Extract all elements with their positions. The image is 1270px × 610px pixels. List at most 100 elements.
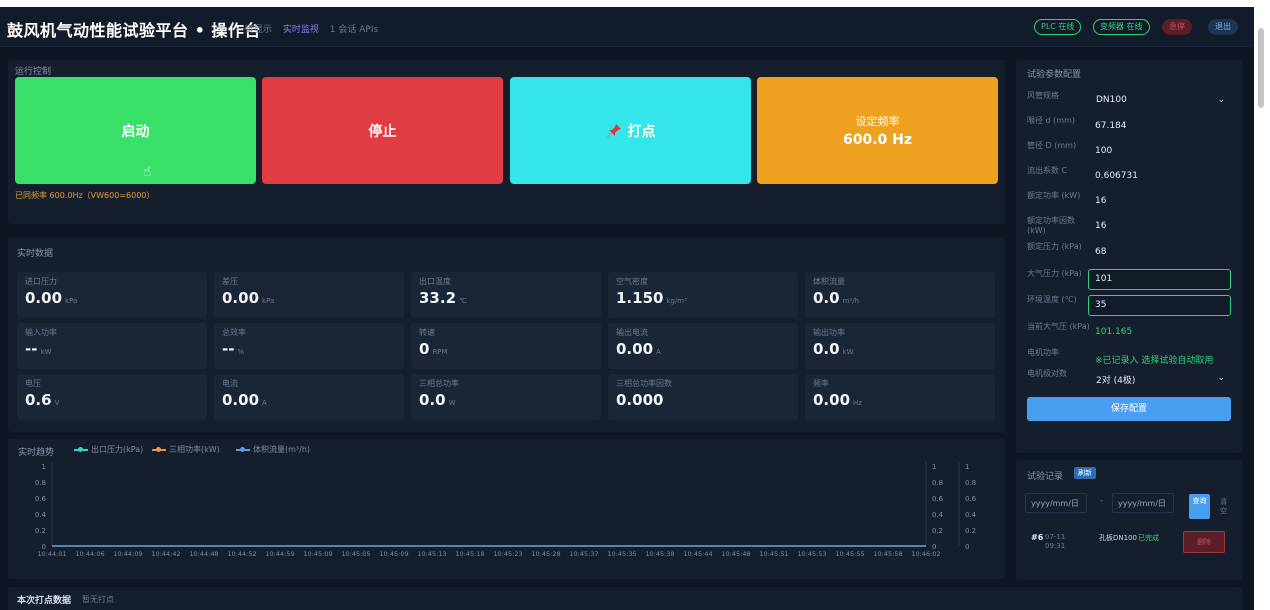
metric-card: 输入功率 -- kW: [17, 323, 207, 369]
realtime-data-title: 实时数据: [17, 249, 54, 259]
metric-unit: kg/m³: [666, 297, 687, 305]
app-window: 鼓风机气动性能试验平台 • 操作台 一键显示 实时监视 1 会话 APIs PL…: [0, 7, 1254, 610]
metric-value: 0.0 kW: [813, 340, 854, 358]
config-row: 当前大气压 (kPa) 101.165: [1027, 322, 1231, 344]
scrollbar[interactable]: [1256, 12, 1268, 602]
metric-value: --%: [222, 340, 245, 358]
stop-button[interactable]: 停止: [262, 77, 503, 184]
record-item[interactable]: #6 07-11 09:31 孔板DN100 已完成 删除: [1027, 527, 1235, 557]
y-tick-label: 0.4: [965, 511, 977, 519]
config-label: 额定功率因数 (kW): [1027, 216, 1075, 235]
metric-label: 三相总功率: [419, 379, 459, 388]
metric-value: 0.00 Hz: [813, 391, 862, 409]
nav-link-display[interactable]: 一键显示: [236, 25, 272, 35]
config-value: 67.184: [1095, 121, 1127, 131]
config-row: 环境温度 (℃) 35: [1027, 295, 1231, 317]
frequency-status-note: 已同频率 600.0Hz（VW600=6000）: [15, 191, 155, 200]
metric-unit: kPa: [65, 297, 78, 305]
clear-button[interactable]: 清空: [1220, 498, 1232, 516]
records-title: 试验记录: [1027, 472, 1064, 482]
exit-button[interactable]: 退出: [1208, 19, 1238, 35]
x-tick-label: 10:45:35: [607, 550, 636, 558]
config-row: 额定功率 (kW) 16: [1027, 191, 1231, 213]
metric-card: 差压 0.00 kPa: [214, 272, 404, 318]
y-tick-label: 0.4: [932, 511, 944, 519]
x-tick-label: 10:44:59: [265, 550, 294, 558]
metric-unit: V: [54, 399, 60, 407]
set-frequency-button[interactable]: 设定频率 600.0 Hz: [757, 77, 998, 184]
y-tick-label: 0.4: [35, 511, 47, 519]
config-value: 16: [1095, 221, 1107, 231]
mark-data-empty: 暂无打点: [82, 595, 114, 604]
metric-label: 空气密度: [616, 277, 648, 286]
metric-value: 0.6 V: [25, 391, 60, 409]
emergency-stop-button[interactable]: 急停: [1162, 19, 1192, 35]
config-title: 试验参数配置: [1027, 70, 1082, 80]
config-row: 电机功率 ※已记录入 选择试验自动取用: [1027, 348, 1231, 370]
config-label: 电机功率: [1027, 348, 1059, 357]
y-tick-label: 0.2: [965, 527, 976, 535]
scrollbar-thumb[interactable]: [1258, 28, 1264, 108]
metric-card: 出口温度 33.2 ℃: [411, 272, 601, 318]
metric-value: 0.0 m³/h: [813, 289, 859, 307]
x-tick-label: 10:45:09: [303, 550, 332, 558]
x-tick-label: 10:45:55: [835, 550, 864, 558]
config-value: 100: [1095, 146, 1113, 156]
header-nav: 一键显示 实时监视 1 会话 APIs: [236, 22, 386, 35]
metric-value: 0.0 W: [419, 391, 456, 409]
metric-card: 频率 0.00 Hz: [805, 374, 995, 420]
x-tick-label: 10:44:48: [189, 550, 218, 558]
x-tick-label: 10:45:37: [569, 550, 598, 558]
end-date-input[interactable]: yyyy/mm/日: [1112, 493, 1174, 513]
metric-unit: %: [237, 348, 245, 356]
config-input[interactable]: 35: [1088, 295, 1231, 316]
query-button[interactable]: 查询: [1189, 494, 1210, 519]
config-label: 额定压力 (kPa): [1027, 242, 1082, 251]
mark-point-button[interactable]: 打点: [510, 77, 751, 184]
mark-data-title: 本次打点数据: [17, 596, 72, 606]
y-tick-label: 0.6: [965, 495, 977, 503]
y-tick-label: 0.8: [35, 479, 46, 487]
stop-button-label: 停止: [368, 123, 397, 140]
config-select[interactable]: DN100 ⌄: [1088, 91, 1231, 111]
config-value: ※已记录入 选择试验自动取用: [1095, 356, 1214, 366]
metric-label: 进口压力: [25, 277, 57, 286]
page-title: 鼓风机气动性能试验平台 • 操作台: [7, 21, 261, 40]
config-select[interactable]: 2对 (4极) ⌄: [1088, 369, 1231, 389]
start-date-input[interactable]: yyyy/mm/日: [1025, 493, 1087, 513]
refresh-badge[interactable]: 刷新: [1074, 467, 1096, 479]
metric-unit: kW: [40, 348, 52, 356]
config-label: 额定功率 (kW): [1027, 191, 1081, 200]
metric-card: 电压 0.6 V: [17, 374, 207, 420]
start-button[interactable]: 启动: [15, 77, 256, 184]
metric-card: 体积流量 0.0 m³/h: [805, 272, 995, 318]
nav-link-monitor[interactable]: 实时监视: [283, 25, 319, 35]
config-row: 电机极对数 2对 (4极) ⌄: [1027, 369, 1231, 391]
x-tick-label: 10:44:06: [75, 550, 104, 558]
pin-icon: [605, 123, 621, 138]
config-input[interactable]: 101: [1088, 269, 1231, 290]
delete-record-button[interactable]: 删除: [1183, 531, 1225, 553]
nav-link-sessions[interactable]: 1 会话 APIs: [330, 25, 378, 35]
config-label: 大气压力 (kPa): [1027, 269, 1082, 278]
x-tick-label: 10:45:38: [645, 550, 674, 558]
metric-label: 总效率: [222, 328, 246, 337]
x-tick-label: 10:45:48: [721, 550, 750, 558]
x-tick-label: 10:44:42: [151, 550, 180, 558]
config-value: 0.606731: [1095, 171, 1138, 181]
inverter-status-badge: 变频器 在线: [1093, 19, 1150, 35]
config-row: 大气压力 (kPa) 101: [1027, 269, 1231, 291]
save-config-button[interactable]: 保存配置: [1027, 397, 1231, 421]
metric-label: 三相总功率因数: [616, 379, 672, 388]
metric-label: 体积流量: [813, 277, 845, 286]
x-tick-label: 10:46:02: [911, 550, 940, 558]
x-tick-label: 10:45:28: [531, 550, 560, 558]
y-tick-label: 0.6: [35, 495, 47, 503]
chevron-down-icon: ⌄: [1217, 373, 1225, 383]
x-tick-label: 10:45:44: [683, 550, 712, 558]
record-number: #6: [1031, 533, 1044, 542]
x-tick-label: 10:45:23: [493, 550, 522, 558]
metric-card: 三相总功率 0.0 W: [411, 374, 601, 420]
metric-card: 转速 0 RPM: [411, 323, 601, 369]
y-tick-label: 0.2: [932, 527, 943, 535]
